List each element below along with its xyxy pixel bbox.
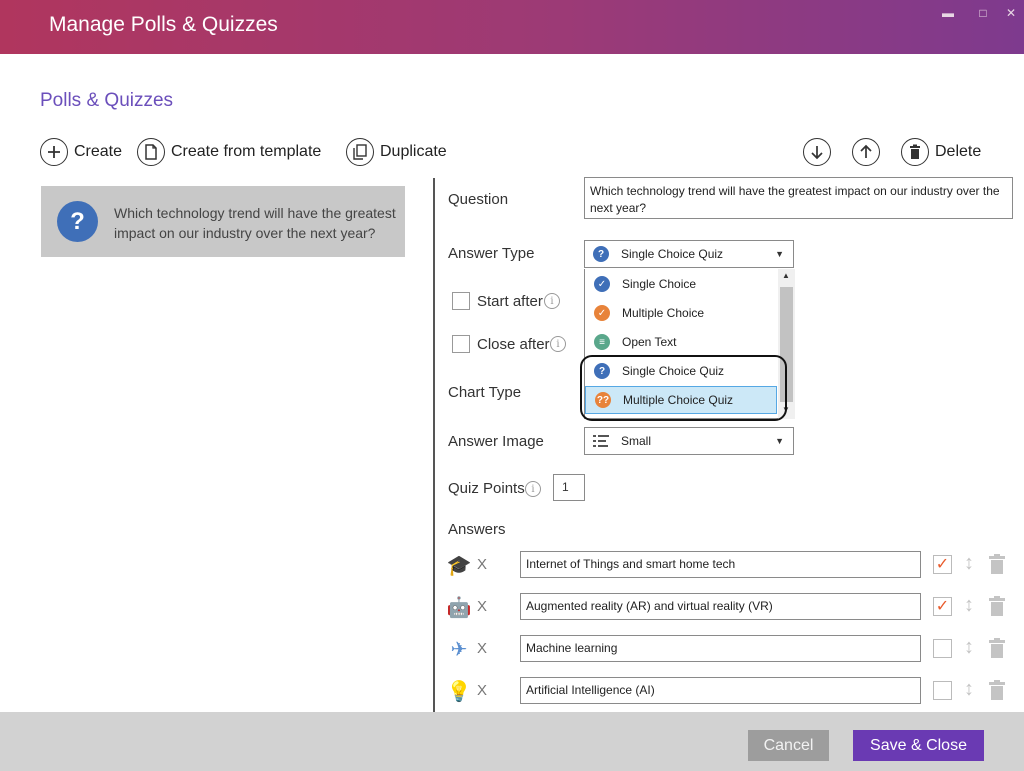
move-down-button[interactable] bbox=[803, 138, 837, 166]
move-up-button[interactable] bbox=[852, 138, 886, 166]
quiz-points-input[interactable]: 1 bbox=[553, 474, 585, 501]
panel-divider[interactable] bbox=[433, 178, 435, 712]
trash-icon bbox=[901, 138, 929, 166]
close-button[interactable]: ✕ bbox=[1003, 6, 1019, 20]
reorder-handle-icon[interactable]: ↕ bbox=[964, 678, 974, 701]
duplicate-label: Duplicate bbox=[380, 143, 447, 160]
title-bar: Manage Polls & Quizzes ▬ □ ✕ bbox=[0, 0, 1024, 54]
remove-image-button[interactable]: X bbox=[477, 598, 487, 615]
delete-label: Delete bbox=[935, 143, 982, 160]
remove-image-button[interactable]: X bbox=[477, 640, 487, 657]
dropdown-option-open-text[interactable]: ≡ Open Text bbox=[585, 328, 777, 356]
option-label: Open Text bbox=[622, 335, 677, 349]
remove-image-button[interactable]: X bbox=[477, 556, 487, 573]
caret-down-icon: ▼ bbox=[775, 436, 784, 446]
question-label: Question bbox=[448, 191, 509, 208]
delete-button[interactable]: Delete bbox=[901, 138, 981, 166]
start-after-label: Start after bbox=[477, 293, 543, 310]
document-icon bbox=[137, 138, 165, 166]
copy-icon bbox=[346, 138, 374, 166]
create-button[interactable]: Create bbox=[40, 138, 122, 166]
question-icon: ? bbox=[57, 201, 98, 242]
question-list-text: Which technology trend will have the gre… bbox=[114, 205, 396, 241]
duplicate-button[interactable]: Duplicate bbox=[346, 138, 447, 166]
correct-answer-checkbox[interactable]: ✓ bbox=[933, 597, 952, 616]
create-label: Create bbox=[74, 143, 123, 160]
reorder-handle-icon[interactable]: ↕ bbox=[964, 636, 974, 659]
answer-row: ✈ X Machine learning ↕ bbox=[446, 635, 1016, 663]
graduation-cap-icon[interactable]: 🎓 bbox=[446, 552, 472, 578]
answer-type-select[interactable]: ? Single Choice Quiz ▼ bbox=[584, 240, 794, 268]
reorder-handle-icon[interactable]: ↕ bbox=[964, 594, 974, 617]
info-icon: i bbox=[525, 481, 541, 497]
answer-row: 🎓 X Internet of Things and smart home te… bbox=[446, 551, 1016, 579]
cancel-button[interactable]: Cancel bbox=[748, 730, 829, 761]
answer-image-value: Small bbox=[621, 434, 652, 448]
double-check-icon: ✓ bbox=[594, 305, 610, 321]
answer-input[interactable]: Machine learning bbox=[520, 635, 921, 662]
robot-icon[interactable]: 🤖 bbox=[446, 594, 472, 620]
quiz-points-label: Quiz Points bbox=[448, 480, 525, 497]
correct-answer-checkbox[interactable]: ✓ bbox=[933, 555, 952, 574]
correct-answer-checkbox[interactable] bbox=[933, 639, 952, 658]
reorder-handle-icon[interactable]: ↕ bbox=[964, 552, 974, 575]
delete-answer-icon[interactable] bbox=[989, 680, 1005, 705]
answer-row: 💡 X Artificial Intelligence (AI) ↕ bbox=[446, 677, 1016, 705]
plus-icon bbox=[40, 138, 68, 166]
answer-row: 🤖 X Augmented reality (AR) and virtual r… bbox=[446, 593, 1016, 621]
create-from-template-button[interactable]: Create from template bbox=[137, 138, 321, 166]
arrow-down-icon bbox=[803, 138, 831, 166]
light-bulb-icon[interactable]: 💡 bbox=[446, 678, 472, 704]
list-size-icon bbox=[593, 435, 609, 447]
option-label: Multiple Choice bbox=[622, 306, 705, 320]
info-icon: i bbox=[544, 293, 560, 309]
answers-label: Answers bbox=[448, 521, 506, 538]
start-after-checkbox[interactable] bbox=[452, 292, 470, 310]
question-list-item[interactable]: ? Which technology trend will have the g… bbox=[41, 186, 405, 257]
airplane-icon[interactable]: ✈ bbox=[446, 636, 472, 662]
question-field[interactable]: Which technology trend will have the gre… bbox=[584, 177, 1013, 219]
correct-answer-checkbox[interactable] bbox=[933, 681, 952, 700]
caret-down-icon: ▼ bbox=[775, 249, 784, 259]
delete-answer-icon[interactable] bbox=[989, 554, 1005, 579]
answer-input[interactable]: Augmented reality (AR) and virtual reali… bbox=[520, 593, 921, 620]
check-circle-icon: ✓ bbox=[594, 276, 610, 292]
delete-answer-icon[interactable] bbox=[989, 638, 1005, 663]
chat-bubble-icon: ≡ bbox=[594, 334, 610, 350]
info-icon: i bbox=[550, 336, 566, 352]
scroll-up-icon[interactable]: ▲ bbox=[782, 271, 790, 280]
delete-answer-icon[interactable] bbox=[989, 596, 1005, 621]
maximize-button[interactable]: □ bbox=[975, 6, 991, 20]
save-close-button[interactable]: Save & Close bbox=[853, 730, 984, 761]
answer-image-select[interactable]: Small ▼ bbox=[584, 427, 794, 455]
question-circle-icon: ? bbox=[593, 246, 609, 262]
dropdown-option-single-choice[interactable]: ✓ Single Choice bbox=[585, 270, 777, 298]
chart-type-label: Chart Type bbox=[448, 384, 522, 401]
window-title: Manage Polls & Quizzes bbox=[49, 13, 278, 36]
option-label: Single Choice bbox=[622, 277, 697, 291]
answer-image-label: Answer Image bbox=[448, 433, 544, 450]
create-from-template-label: Create from template bbox=[171, 143, 322, 160]
close-after-checkbox[interactable] bbox=[452, 335, 470, 353]
minimize-button[interactable]: ▬ bbox=[940, 6, 956, 20]
dropdown-option-multiple-choice[interactable]: ✓ Multiple Choice bbox=[585, 299, 777, 327]
remove-image-button[interactable]: X bbox=[477, 682, 487, 699]
answer-type-value: Single Choice Quiz bbox=[621, 247, 724, 261]
annotation-highlight bbox=[580, 355, 787, 421]
close-after-label: Close after bbox=[477, 336, 550, 353]
answer-input[interactable]: Artificial Intelligence (AI) bbox=[520, 677, 921, 704]
answer-input[interactable]: Internet of Things and smart home tech bbox=[520, 551, 921, 578]
section-title: Polls & Quizzes bbox=[40, 90, 174, 111]
arrow-up-icon bbox=[852, 138, 880, 166]
answer-type-label: Answer Type bbox=[448, 245, 535, 262]
